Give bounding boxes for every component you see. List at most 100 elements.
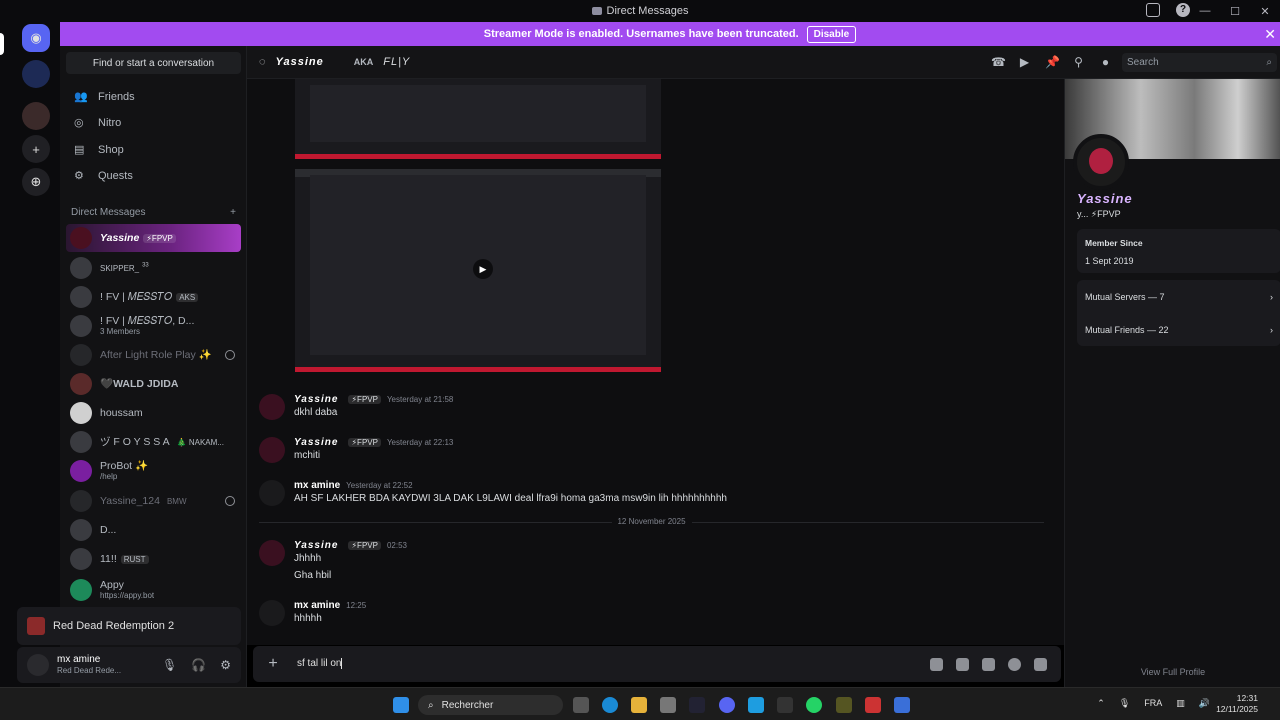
avatar[interactable] [259, 394, 285, 420]
clock[interactable]: 12:31 12/11/2025 [1216, 693, 1258, 715]
discord-icon [591, 7, 602, 15]
edge-icon[interactable] [602, 697, 618, 713]
nav-friends[interactable]: 👥 Friends [66, 84, 241, 110]
avatar [70, 373, 92, 395]
dm-section-header: Direct Messages + [71, 207, 236, 218]
add-friends-icon[interactable]: ⚲ [1072, 56, 1085, 69]
mutual-servers-row[interactable]: Mutual Servers — 7 › [1077, 280, 1280, 313]
profile-tag: y... ⚡FPVP [1077, 209, 1121, 219]
username: mx amine [57, 654, 101, 666]
aka-label: AKA [353, 57, 374, 67]
system-tray[interactable]: ⌃ 🎙 FRA ▥ 🔊 [1097, 698, 1210, 709]
shop-icon: ▤ [74, 144, 85, 156]
attachment-image-1[interactable] [295, 79, 661, 159]
close-button[interactable]: ✕ [1250, 5, 1280, 18]
dm-item[interactable]: D... [66, 516, 241, 544]
steam-icon[interactable] [689, 697, 705, 713]
dm-item[interactable]: After Light Role Play ✨ [66, 341, 241, 369]
message-composer[interactable]: + sf tal lil on [253, 646, 1061, 682]
streamer-mode-banner: Streamer Mode is enabled. Usernames have… [60, 22, 1280, 46]
game-icon[interactable] [836, 697, 852, 713]
dm-item[interactable]: Yassine_124 BMW [66, 487, 241, 515]
chat-area: ▶ Yassine ⚡FPVP Yesterday at 21:58 dkhl da… [247, 79, 1064, 645]
chat-header: ◌ Yassine AKA FL|Y ☎ ▶ 📌 ⚲ ● Search ⌕ [247, 46, 1280, 79]
nickname: FL|Y [383, 56, 411, 68]
dm-item-yassine[interactable]: Yassine ⚡FPVP [66, 224, 241, 252]
language-indicator: FRA [1144, 698, 1163, 708]
play-icon[interactable]: ▶ [473, 259, 493, 279]
minimize-button[interactable]: — [1190, 5, 1220, 17]
home-button[interactable]: ◉ [22, 24, 50, 52]
message-input[interactable]: sf tal lil on [297, 658, 343, 670]
dm-item[interactable]: 🖤WALD JDIDA [66, 370, 241, 398]
apps-icon[interactable] [1034, 657, 1047, 671]
user-profile-icon[interactable]: ● [1099, 56, 1112, 69]
dm-item[interactable]: houssam [66, 399, 241, 427]
call-icon[interactable]: ☎ [991, 56, 1006, 69]
find-conversation-button[interactable]: Find or start a conversation [66, 52, 241, 74]
pin-icon[interactable]: 📌 [1045, 56, 1060, 69]
microphone-icon[interactable]: 🎙 [162, 658, 177, 672]
dm-item[interactable]: ヅ F O Y S S A 🎄 NAKAM... [66, 428, 241, 456]
store-icon[interactable] [660, 697, 676, 713]
profile-avatar[interactable] [1073, 134, 1129, 190]
add-dm-icon[interactable]: + [230, 207, 236, 218]
file-explorer-icon[interactable] [631, 697, 647, 713]
profile-name: Yassine [1077, 191, 1133, 206]
banner-text: Streamer Mode is enabled. Usernames have… [483, 28, 799, 40]
quests-icon: ⚙ [74, 170, 84, 182]
gif-icon[interactable] [956, 657, 969, 671]
server-icon-1[interactable] [22, 60, 50, 88]
sticker-icon[interactable] [982, 657, 995, 671]
close-icon[interactable]: ✕ [1264, 26, 1276, 43]
dm-item[interactable]: 11!! RUST [66, 545, 241, 573]
app-icon[interactable] [865, 697, 881, 713]
headphones-icon[interactable]: 🎧 [191, 658, 206, 672]
server-folder[interactable] [22, 102, 50, 130]
discover-button[interactable]: ⊕ [22, 168, 50, 196]
video-icon[interactable]: ▶ [1018, 56, 1031, 69]
emoji-icon[interactable] [1008, 657, 1021, 671]
dm-item[interactable]: ProBot ✨/help [66, 457, 241, 485]
mutual-friends-row[interactable]: Mutual Friends — 22 › [1077, 313, 1280, 346]
app-icon[interactable] [894, 697, 910, 713]
inbox-icon[interactable] [1146, 3, 1160, 17]
whatsapp-icon[interactable] [806, 697, 822, 713]
view-full-profile-link[interactable]: View Full Profile [1065, 667, 1280, 677]
discord-icon[interactable] [719, 697, 735, 713]
avatar[interactable] [27, 654, 49, 676]
disable-button[interactable]: Disable [806, 25, 857, 43]
search-input[interactable]: Search ⌕ [1122, 53, 1277, 72]
nav-nitro[interactable]: ◎ Nitro [66, 110, 241, 136]
search-icon: ⌕ [428, 699, 434, 711]
avatar [70, 315, 92, 337]
gift-icon[interactable] [930, 657, 943, 671]
task-view-icon[interactable] [573, 697, 589, 713]
windows-start-icon[interactable] [393, 697, 409, 713]
activity-panel[interactable]: Red Dead Redemption 2 [17, 607, 241, 645]
attachment-video[interactable]: ▶ [295, 169, 661, 372]
maximize-button[interactable]: ☐ [1220, 5, 1250, 18]
add-server-button[interactable]: + [22, 135, 50, 163]
avatar[interactable] [259, 437, 285, 463]
app-icon[interactable] [748, 697, 764, 713]
dm-item-group[interactable]: ! FV | 𝑀𝐸𝑆𝑆𝑇𝑂, D... 3 Members [66, 312, 241, 340]
user-panel: mx amine Red Dead Rede... 🎙 🎧 ⚙ [17, 647, 241, 683]
nav-shop[interactable]: ▤ Shop [66, 137, 241, 163]
avatar[interactable] [259, 540, 285, 566]
dm-item[interactable]: ! FV | 𝑀𝐸𝑆𝑆𝑇𝑂 AKS [66, 283, 241, 311]
epic-games-icon[interactable] [777, 697, 793, 713]
date-separator: 12 November 2025 [259, 517, 1044, 526]
message: Yassine ⚡FPVP Yesterday at 21:58 dkhl daba [259, 394, 1039, 430]
avatar[interactable] [259, 480, 285, 506]
dm-item[interactable]: SKIPPER_ 33 [66, 254, 241, 282]
nitro-icon: ◎ [74, 117, 84, 129]
taskbar-search[interactable]: ⌕ Rechercher [418, 695, 563, 715]
gear-icon[interactable]: ⚙ [220, 658, 231, 672]
dm-item[interactable]: Appy https://appy.bot [66, 576, 241, 604]
nav-quests[interactable]: ⚙ Quests [66, 163, 241, 189]
upload-plus-icon[interactable]: + [265, 655, 281, 673]
chat-recipient-name: Yassine [275, 56, 324, 68]
help-icon[interactable]: ? [1176, 3, 1190, 17]
avatar[interactable] [259, 600, 285, 626]
